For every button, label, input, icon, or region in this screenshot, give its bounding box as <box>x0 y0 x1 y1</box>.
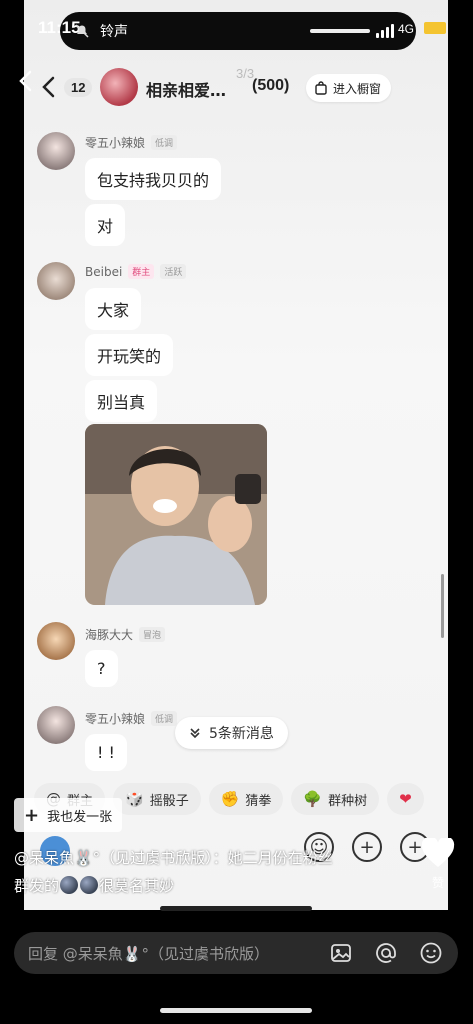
emoji-icon <box>80 876 99 894</box>
battery-icon <box>424 22 446 34</box>
member-tag: 活跃 <box>160 264 187 279</box>
new-messages-label: 5条新消息 <box>209 726 274 742</box>
member-tag: 低调 <box>151 711 178 726</box>
photo-message[interactable] <box>85 424 267 605</box>
network-type: 4G <box>398 22 415 36</box>
chip-dice[interactable]: 🎲 摇骰子 <box>113 783 201 815</box>
member-tag: 低调 <box>151 135 178 150</box>
message-bubble[interactable]: 包支持我贝贝的 <box>85 158 222 200</box>
video-caption: @呆呆魚🐰°（见过虞书欣版）：她二月份在粉丝 群发的 很莫名其妙 <box>14 844 434 900</box>
home-indicator <box>160 1008 312 1013</box>
caption-text: 群发的 <box>14 877 60 895</box>
caption-text: 很莫名其妙 <box>99 877 175 895</box>
at-icon[interactable] <box>374 941 398 965</box>
photo-image <box>85 424 267 605</box>
volume-bar <box>310 29 370 33</box>
owner-tag: 群主 <box>128 264 155 279</box>
tree-icon: 🌳 <box>303 790 323 808</box>
status-island: 11:15 铃声 4G <box>38 12 416 50</box>
emoji-icon <box>60 876 79 894</box>
group-avatar[interactable] <box>100 68 138 106</box>
sender-name: Beibei <box>85 264 123 279</box>
dice-icon: 🎲 <box>125 790 144 808</box>
like-label: 赞 <box>431 876 444 890</box>
sender-name: 零五小辣娘 <box>85 136 146 150</box>
sender-line: Beibei 群主 活跃 <box>85 264 187 279</box>
message-bubble[interactable]: 开玩笑的 <box>85 334 174 376</box>
double-chevron-down-icon <box>190 728 200 739</box>
new-messages-button[interactable]: 5条新消息 <box>175 717 288 749</box>
heart-icon <box>421 836 455 867</box>
chip-label: 猜拳 <box>245 793 272 809</box>
sender-name: 零五小辣娘 <box>85 712 146 726</box>
inner-home-indicator <box>160 906 312 911</box>
message-bubble[interactable]: ? <box>85 650 118 687</box>
like-button[interactable]: 赞 <box>418 836 458 891</box>
me-too-label: 我也发一张 <box>47 809 113 825</box>
chip-label: 群种树 <box>328 793 368 809</box>
heart-icon: ❤ <box>399 790 412 808</box>
chat-header: 12 3/3 相亲相爱… (500) 进入橱窗 <box>24 62 448 114</box>
chip-group-tree[interactable]: 🌳 群种树 <box>291 783 380 815</box>
scrollbar[interactable] <box>441 574 444 638</box>
sender-line: 零五小辣娘 低调 <box>85 134 178 151</box>
image-icon[interactable] <box>329 941 353 965</box>
group-name[interactable]: 相亲相爱… <box>146 77 226 101</box>
chevron-left-icon[interactable] <box>40 76 56 98</box>
mute-bell-icon <box>75 24 89 38</box>
message-bubble[interactable]: 别当真 <box>85 380 158 422</box>
avatar[interactable] <box>37 132 75 170</box>
sender-line: 海豚大大 冒泡 <box>85 626 166 643</box>
message-bubble[interactable]: 对 <box>85 204 126 246</box>
shopping-bag-icon <box>315 81 327 95</box>
avatar[interactable] <box>37 262 75 300</box>
fist-icon: ✊ <box>220 790 240 808</box>
sender-line: 零五小辣娘 低调 <box>85 710 178 727</box>
smiley-icon[interactable] <box>419 941 443 965</box>
enter-shop-label: 进入橱窗 <box>333 81 382 96</box>
back-arrow-icon[interactable] <box>18 70 32 92</box>
caption-line-1: @呆呆魚🐰°（见过虞书欣版）：她二月份在粉丝 <box>14 849 333 867</box>
plus-icon: + <box>24 804 40 826</box>
message-bubble[interactable]: 大家 <box>85 288 142 330</box>
unread-count-badge: 12 <box>64 78 93 97</box>
enter-shop-button[interactable]: 进入橱窗 <box>306 74 392 102</box>
group-member-count: (500) <box>252 77 290 94</box>
ringtone-label: 铃声 <box>100 24 128 40</box>
me-too-button[interactable]: + 我也发一张 <box>14 798 123 832</box>
reply-input[interactable]: 回复 @呆呆魚🐰°（见过虞书欣版） <box>14 932 458 974</box>
avatar[interactable] <box>37 622 75 660</box>
signal-icon <box>376 24 394 38</box>
member-tag: 冒泡 <box>139 627 166 642</box>
chip-hearts[interactable]: ❤ <box>387 783 424 815</box>
chip-label: 摇骰子 <box>149 793 189 809</box>
reply-placeholder: 回复 @呆呆魚🐰°（见过虞书欣版） <box>28 945 269 963</box>
chip-rock-paper-scissors[interactable]: ✊ 猜拳 <box>208 783 284 815</box>
avatar[interactable] <box>37 706 75 744</box>
caption-line-2: 群发的 很莫名其妙 <box>14 872 434 900</box>
message-bubble[interactable]: ! ! <box>85 734 127 771</box>
sender-name: 海豚大大 <box>85 628 134 642</box>
